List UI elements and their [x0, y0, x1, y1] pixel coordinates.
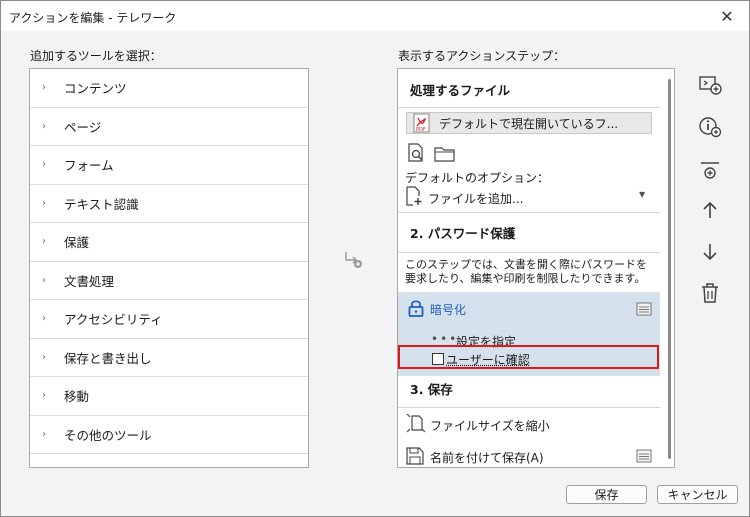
- trash-icon[interactable]: [698, 281, 722, 305]
- tool-item-label: 保存と書き出し: [64, 350, 152, 366]
- action-steps-panel: 処理するファイル PDF デフォルトで現在開いているフ... デフォルトのオプシ…: [397, 68, 675, 468]
- chevron-right-icon: ›: [42, 313, 46, 325]
- chevron-right-icon: ›: [42, 197, 46, 209]
- tool-item-label: コンテンツ: [64, 81, 127, 97]
- default-options-label: デフォルトのオプション：: [405, 171, 550, 185]
- preview-file-icon[interactable]: [406, 143, 426, 163]
- save-button[interactable]: 保存: [566, 485, 647, 504]
- tool-item-label: ページ: [64, 119, 102, 135]
- chevron-right-icon: ›: [42, 159, 46, 171]
- section-save-title: 3. 保存: [410, 381, 453, 397]
- add-separator-icon[interactable]: [698, 159, 722, 183]
- pdf-file-icon: PDF: [413, 113, 431, 133]
- chevron-right-icon: ›: [42, 351, 46, 363]
- pdf-tag: PDF: [416, 127, 426, 133]
- add-instruction-icon[interactable]: [698, 73, 722, 97]
- tool-item-protect[interactable]: › 保護: [30, 223, 308, 262]
- save-as-label[interactable]: 名前を付けて保存(A): [430, 449, 544, 466]
- add-to-steps-icon[interactable]: [343, 249, 363, 269]
- tool-item-label: 移動: [64, 389, 90, 405]
- add-files-dropdown[interactable]: ファイルを追加...: [428, 190, 523, 207]
- reduce-size-icon: [406, 413, 426, 433]
- tool-item-other-tools[interactable]: › その他のツール: [30, 416, 308, 454]
- chevron-down-icon[interactable]: ▼: [639, 190, 645, 199]
- tool-item-save-export[interactable]: › 保存と書き出し: [30, 339, 308, 377]
- password-description: このステップでは、文書を開く際にパスワードを要求したり、編集や印刷を制限したりで…: [405, 258, 647, 285]
- title-bar: アクションを編集 - テレワーク ✕: [1, 1, 749, 31]
- more-dots-icon: •••: [431, 332, 459, 346]
- tool-list: › コンテンツ › ページ › フォーム › テキスト認識 › 保護 › 文書処理 › アクセ…: [29, 68, 309, 468]
- reduce-size-label[interactable]: ファイルサイズを縮小: [430, 417, 550, 434]
- chevron-right-icon: ›: [42, 82, 46, 94]
- add-file-icon: [406, 186, 422, 206]
- divider: [398, 107, 660, 108]
- tool-item-accessibility[interactable]: › アクセシビリティ: [30, 300, 308, 339]
- default-file-field[interactable]: PDF デフォルトで現在開いているフ...: [406, 112, 652, 134]
- cancel-button[interactable]: キャンセル: [657, 485, 738, 504]
- tool-item-label: フォーム: [64, 158, 114, 174]
- tool-item-label: アクセシビリティ: [64, 312, 163, 328]
- chevron-right-icon: ›: [42, 120, 46, 132]
- tool-item-navigate[interactable]: › 移動: [30, 377, 308, 416]
- tool-item-label: 保護: [64, 235, 90, 251]
- move-up-icon[interactable]: [698, 198, 722, 222]
- scrollbar[interactable]: [668, 79, 671, 459]
- add-info-icon[interactable]: [698, 115, 722, 139]
- encrypt-label: 暗号化: [430, 303, 467, 317]
- tool-item-document-processing[interactable]: › 文書処理: [30, 262, 308, 300]
- chevron-right-icon: ›: [42, 274, 46, 286]
- tool-item-pages[interactable]: › ページ: [30, 108, 308, 146]
- save-disk-icon: [406, 447, 424, 465]
- left-heading: 追加するツールを選択：: [30, 49, 162, 63]
- divider: [398, 252, 660, 253]
- dialog-window: アクションを編集 - テレワーク ✕ 追加するツールを選択： 表示するアクション…: [0, 0, 750, 517]
- chevron-right-icon: ›: [42, 236, 46, 248]
- tool-item-ocr[interactable]: › テキスト認識: [30, 185, 308, 223]
- chevron-right-icon: ›: [42, 390, 46, 402]
- dialog-options-icon[interactable]: [636, 449, 652, 463]
- divider: [398, 407, 660, 408]
- close-icon[interactable]: ✕: [705, 1, 749, 31]
- move-down-icon[interactable]: [698, 240, 722, 264]
- highlight-box: [398, 345, 659, 369]
- default-file-label: デフォルトで現在開いているフ...: [439, 116, 619, 131]
- chevron-right-icon: ›: [42, 428, 46, 440]
- tool-item-label: その他のツール: [64, 427, 152, 443]
- tool-item-forms[interactable]: › フォーム: [30, 146, 308, 185]
- tool-item-label: 文書処理: [64, 273, 115, 289]
- dialog-options-icon[interactable]: [636, 302, 652, 316]
- lock-icon: [408, 300, 424, 317]
- section-files-title: 処理するファイル: [410, 82, 511, 98]
- tool-item-content[interactable]: › コンテンツ: [30, 69, 308, 108]
- window-title: アクションを編集 - テレワーク: [9, 11, 177, 25]
- section-password-title: 2. パスワード保護: [410, 225, 516, 241]
- folder-icon[interactable]: [434, 145, 456, 163]
- right-heading: 表示するアクションステップ：: [398, 49, 566, 63]
- tool-item-label: テキスト認識: [64, 196, 139, 212]
